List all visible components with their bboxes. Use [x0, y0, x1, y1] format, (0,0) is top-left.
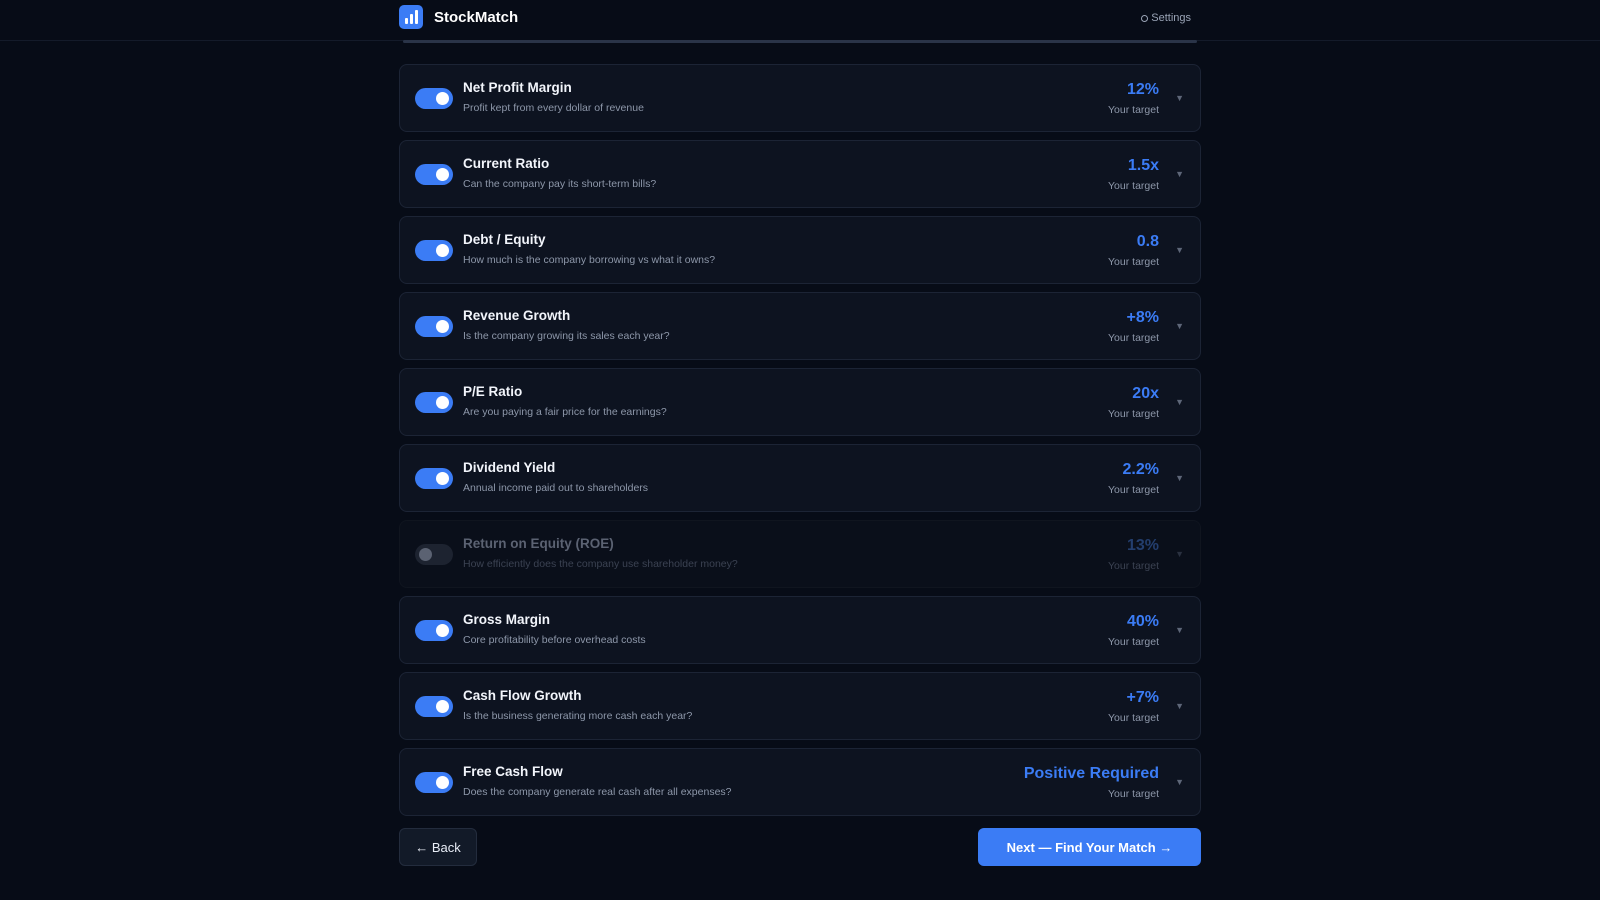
metric-target-value: 1.5x	[1127, 157, 1159, 174]
toggle-knob	[436, 472, 449, 485]
metric-list: Net Profit Margin Profit kept from every…	[399, 64, 1201, 824]
chevron-down-icon[interactable]: ▼	[1175, 701, 1184, 711]
metric-target-label: Your target	[1108, 560, 1159, 572]
toggle-knob	[436, 776, 449, 789]
metric-card-roe: Return on Equity (ROE) How efficiently d…	[399, 520, 1201, 588]
metric-description: Are you paying a fair price for the earn…	[463, 406, 667, 418]
bar-chart-icon	[399, 5, 423, 29]
toggle-knob	[436, 700, 449, 713]
metric-target-value: 13%	[1126, 537, 1159, 554]
metric-target-label: Your target	[1108, 104, 1159, 116]
chevron-down-icon[interactable]: ▼	[1175, 245, 1184, 255]
metric-toggle[interactable]	[415, 392, 453, 413]
brand[interactable]: StockMatch	[399, 5, 518, 29]
metric-target-label: Your target	[1108, 180, 1159, 192]
chevron-down-icon[interactable]: ▼	[1175, 321, 1184, 331]
metric-toggle[interactable]	[415, 164, 453, 185]
metric-target-value: 12%	[1126, 81, 1159, 98]
metric-description: Profit kept from every dollar of revenue	[463, 102, 644, 114]
metric-description: Annual income paid out to shareholders	[463, 482, 649, 494]
metric-title: Revenue Growth	[463, 308, 571, 323]
metric-target-label: Your target	[1108, 332, 1159, 344]
metric-card-dividend-yield: Dividend Yield Annual income paid out to…	[399, 444, 1201, 512]
metric-card-net-profit-margin: Net Profit Margin Profit kept from every…	[399, 64, 1201, 132]
chevron-down-icon[interactable]: ▼	[1175, 397, 1184, 407]
metric-target-label: Your target	[1108, 788, 1159, 800]
top-bar: StockMatch Settings	[0, 0, 1600, 41]
metric-card-revenue-growth: Revenue Growth Is the company growing it…	[399, 292, 1201, 360]
metric-toggle[interactable]	[415, 544, 453, 565]
metric-title: Net Profit Margin	[463, 80, 572, 95]
gear-icon	[1141, 14, 1149, 22]
next-find-match-button[interactable]: Next — Find Your Match →	[978, 828, 1201, 866]
metric-toggle[interactable]	[415, 240, 453, 261]
metric-card-free-cash-flow: Free Cash Flow Does the company generate…	[399, 748, 1201, 816]
toggle-knob	[436, 168, 449, 181]
metric-title: Debt / Equity	[463, 232, 546, 247]
metric-target-label: Your target	[1108, 484, 1159, 496]
metric-description: Can the company pay its short-term bills…	[463, 178, 657, 190]
metric-card-gross-margin: Gross Margin Core profitability before o…	[399, 596, 1201, 664]
chevron-down-icon[interactable]: ▼	[1175, 549, 1184, 559]
settings-link[interactable]: Settings	[1141, 12, 1191, 24]
metric-title: Return on Equity (ROE)	[463, 536, 614, 551]
metric-title: Gross Margin	[463, 612, 551, 627]
chevron-down-icon[interactable]: ▼	[1175, 93, 1184, 103]
metric-description: Is the company growing its sales each ye…	[463, 330, 670, 342]
toggle-knob	[436, 624, 449, 637]
toggle-knob	[436, 320, 449, 333]
metric-description: Is the business generating more cash eac…	[463, 710, 693, 722]
metric-toggle[interactable]	[415, 88, 453, 109]
metric-description: Core profitability before overhead costs	[463, 634, 646, 646]
metric-toggle[interactable]	[415, 468, 453, 489]
chevron-down-icon[interactable]: ▼	[1175, 169, 1184, 179]
metric-toggle[interactable]	[415, 316, 453, 337]
back-button[interactable]: ← Back	[399, 828, 477, 866]
metric-target-value: 40%	[1126, 613, 1159, 630]
metric-toggle[interactable]	[415, 772, 453, 793]
metric-target-value: +7%	[1126, 689, 1159, 706]
metric-target-value: +8%	[1126, 309, 1159, 326]
metric-toggle[interactable]	[415, 620, 453, 641]
metric-card-debt-equity: Debt / Equity How much is the company bo…	[399, 216, 1201, 284]
chevron-down-icon[interactable]: ▼	[1175, 625, 1184, 635]
metric-title: Current Ratio	[463, 156, 550, 171]
metric-target-value: 2.2%	[1122, 461, 1159, 478]
metric-title: P/E Ratio	[463, 384, 523, 399]
metric-title: Cash Flow Growth	[463, 688, 582, 703]
metric-description: How much is the company borrowing vs wha…	[463, 254, 716, 266]
app-name: StockMatch	[434, 8, 519, 26]
progress-fill	[403, 40, 1197, 43]
metric-card-pe-ratio: P/E Ratio Are you paying a fair price fo…	[399, 368, 1201, 436]
toggle-knob	[436, 92, 449, 105]
progress-bar	[403, 40, 1197, 43]
metric-target-value: 20x	[1132, 385, 1159, 402]
toggle-knob	[436, 396, 449, 409]
metric-target-label: Your target	[1108, 712, 1159, 724]
metric-title: Free Cash Flow	[463, 764, 563, 779]
metric-title: Dividend Yield	[463, 460, 556, 475]
metric-card-current-ratio: Current Ratio Can the company pay its sh…	[399, 140, 1201, 208]
metric-card-cash-flow-growth: Cash Flow Growth Is the business generat…	[399, 672, 1201, 740]
metric-target-label: Your target	[1108, 636, 1159, 648]
metric-target-value: 0.8	[1136, 233, 1159, 250]
metric-toggle[interactable]	[415, 696, 453, 717]
metric-target-label: Your target	[1108, 256, 1159, 268]
metric-description: How efficiently does the company use sha…	[463, 558, 738, 570]
metric-target-value: Positive Required	[1023, 765, 1159, 782]
metric-target-label: Your target	[1108, 408, 1159, 420]
settings-label: Settings	[1151, 12, 1191, 24]
chevron-down-icon[interactable]: ▼	[1175, 777, 1184, 787]
toggle-knob	[419, 548, 432, 561]
toggle-knob	[436, 244, 449, 257]
chevron-down-icon[interactable]: ▼	[1175, 473, 1184, 483]
metric-description: Does the company generate real cash afte…	[463, 786, 732, 798]
